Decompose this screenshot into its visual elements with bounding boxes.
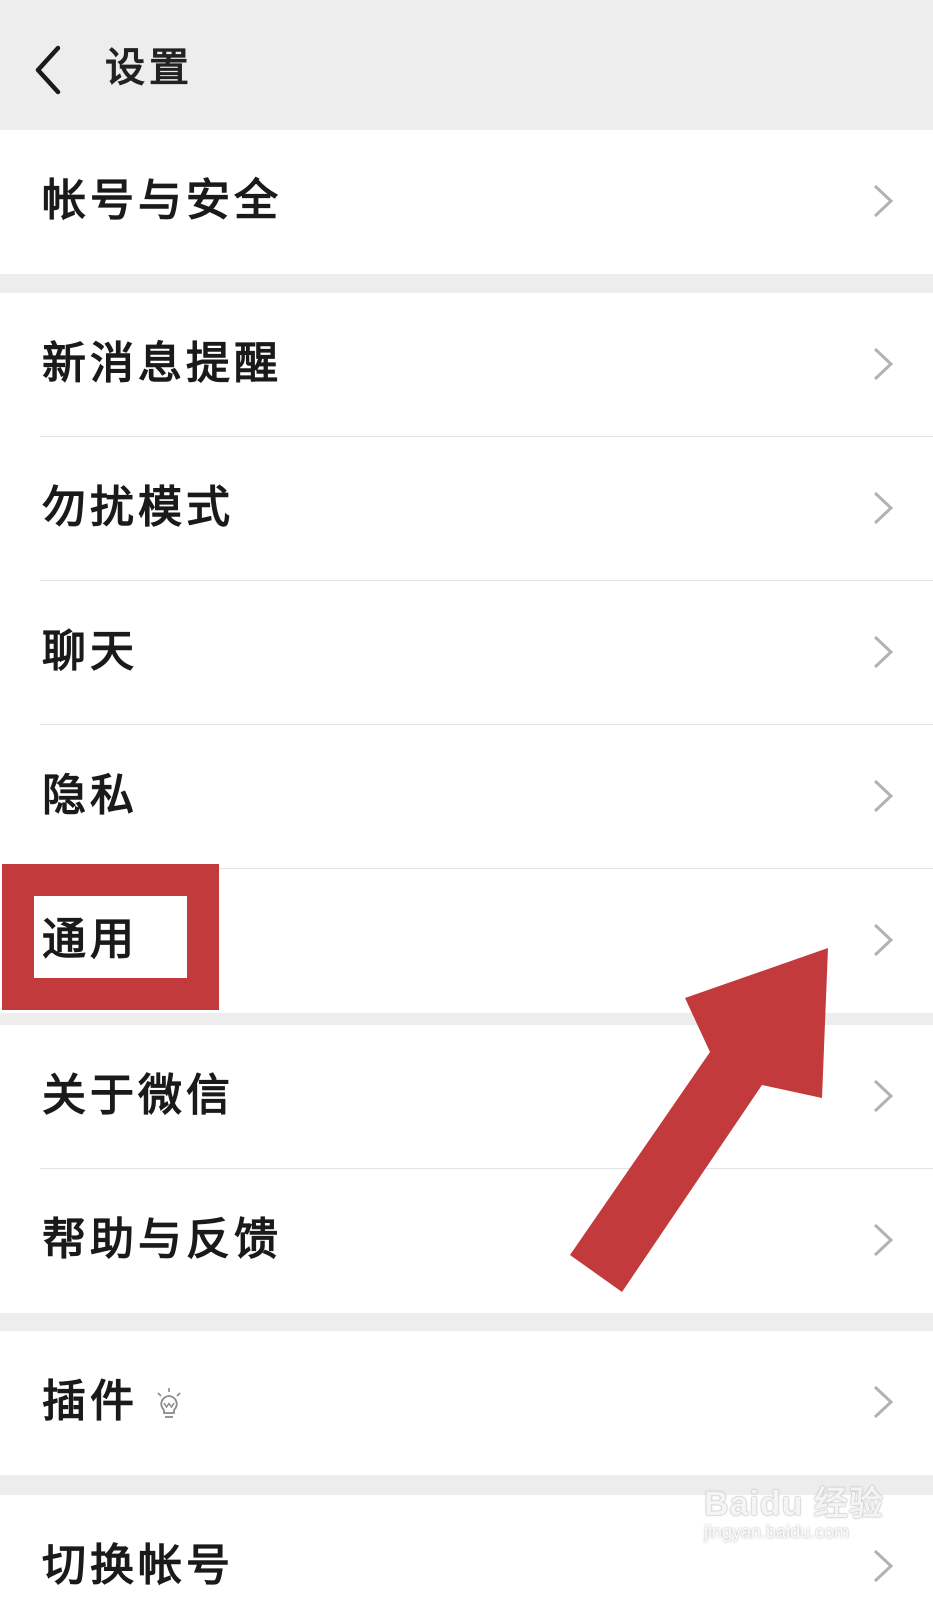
settings-item-privacy[interactable]: 隐私 (0, 725, 933, 869)
chevron-right-icon (873, 491, 894, 525)
settings-item-label: 帐号与安全 (42, 175, 282, 226)
settings-item-label: 帮助与反馈 (42, 1214, 282, 1265)
chevron-left-icon (35, 45, 61, 95)
settings-item-label: 隐私 (42, 770, 138, 821)
chevron-right-icon (873, 1079, 894, 1113)
settings-item-account-security[interactable]: 帐号与安全 (0, 130, 933, 274)
lightbulb-icon (157, 1387, 181, 1418)
settings-item-help-feedback[interactable]: 帮助与反馈 (0, 1169, 933, 1313)
chevron-right-icon (873, 1549, 894, 1583)
settings-item-label: 勿扰模式 (42, 482, 234, 533)
chevron-right-icon (873, 635, 894, 669)
settings-item-general[interactable]: 通用 (0, 869, 933, 1013)
settings-item-label: 切换帐号 (42, 1540, 234, 1591)
settings-item-notifications[interactable]: 新消息提醒 (0, 293, 933, 437)
settings-item-label: 插件 (42, 1371, 184, 1433)
plugins-label: 插件 (42, 1376, 138, 1427)
settings-item-label: 通用 (42, 914, 138, 965)
settings-item-label: 关于微信 (42, 1070, 234, 1121)
settings-item-switch-account[interactable]: 切换帐号 (0, 1495, 933, 1600)
chevron-right-icon (873, 1223, 894, 1257)
settings-screen: 设置 帐号与安全 新消息提醒 勿扰模式 聊天 隐私 通用 关于微信 帮助与反馈 … (0, 0, 933, 1600)
chevron-right-icon (873, 347, 894, 381)
settings-item-about-wechat[interactable]: 关于微信 (0, 1025, 933, 1169)
settings-item-label: 聊天 (42, 626, 138, 677)
chevron-right-icon (873, 1385, 894, 1419)
nav-header: 设置 (0, 0, 933, 131)
chevron-right-icon (873, 184, 894, 218)
chevron-right-icon (873, 779, 894, 813)
settings-group-plugins: 插件 (0, 1331, 933, 1475)
settings-group-about: 关于微信 帮助与反馈 (0, 1025, 933, 1313)
settings-group-account: 帐号与安全 (0, 130, 933, 274)
back-button[interactable] (26, 40, 86, 100)
settings-item-do-not-disturb[interactable]: 勿扰模式 (0, 437, 933, 581)
settings-item-label: 新消息提醒 (42, 338, 282, 389)
settings-group-switch-account: 切换帐号 (0, 1495, 933, 1600)
settings-item-chat[interactable]: 聊天 (0, 581, 933, 725)
page-title: 设置 (105, 44, 193, 91)
chevron-right-icon (873, 923, 894, 957)
settings-group-main: 新消息提醒 勿扰模式 聊天 隐私 通用 (0, 293, 933, 1013)
settings-item-plugins[interactable]: 插件 (0, 1331, 933, 1475)
